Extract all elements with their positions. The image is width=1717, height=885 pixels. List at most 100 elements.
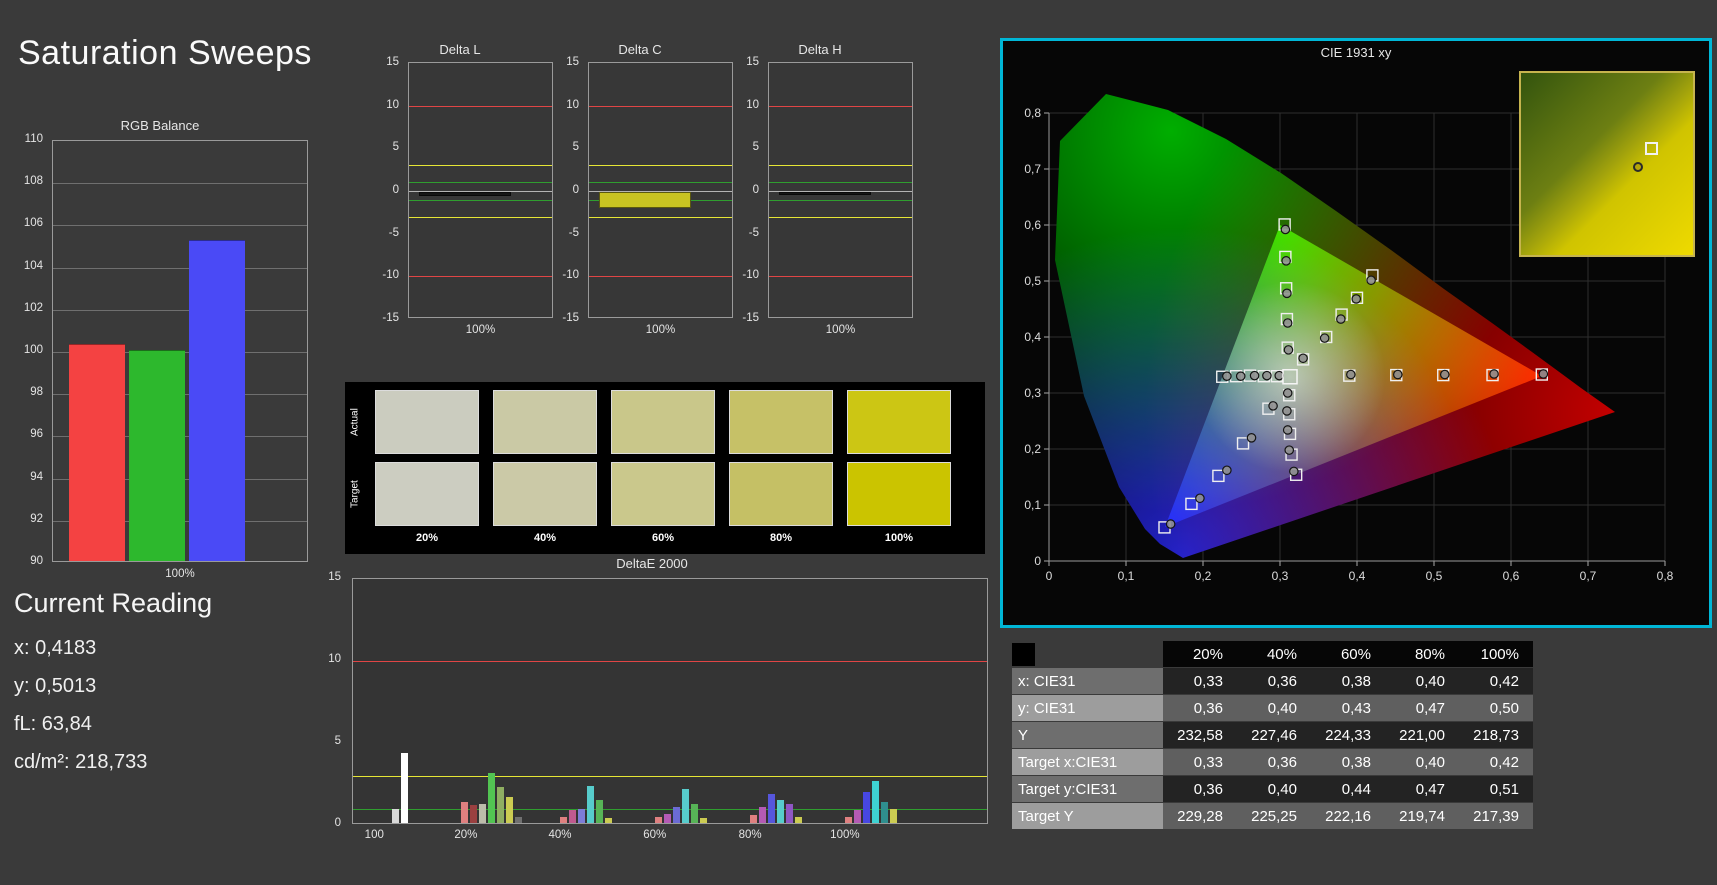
deltae-bar	[506, 797, 514, 823]
y-tick-label: -5	[388, 226, 399, 239]
table-cell: 0,51	[1459, 776, 1533, 802]
table-cell: 0,42	[1459, 668, 1533, 694]
y-tick-label: 10	[746, 98, 759, 111]
table-cell: 0,36	[1237, 668, 1311, 694]
x-axis-label: 100%	[165, 568, 195, 580]
row-label: y: CIE31	[1012, 695, 1163, 721]
reading-fl: fL: 63,84	[14, 713, 92, 735]
delta-chart-l[interactable]: Delta L 15 10 5 0 -5 -10 -15 100%	[370, 42, 553, 342]
swatch-col-label: 60%	[651, 532, 675, 544]
table-cell: 0,42	[1459, 749, 1533, 775]
table-cell: 0,47	[1385, 695, 1459, 721]
inset-target-marker	[1644, 142, 1658, 156]
measured-marker	[1246, 432, 1257, 443]
table-row: y: CIE31 0,36 0,40 0,43 0,47 0,50	[1012, 695, 1533, 721]
ref-line	[409, 216, 552, 218]
svg-text:0,7: 0,7	[1024, 162, 1041, 176]
x-axis-label: 80%	[738, 829, 762, 841]
target-swatch-40%	[493, 462, 597, 526]
y-tick-label: 108	[23, 175, 43, 188]
y-tick-label: 0	[752, 184, 759, 196]
table-cell: 0,40	[1237, 695, 1311, 721]
y-tick-label: 5	[392, 141, 399, 154]
table-cell: 232,58	[1163, 722, 1237, 748]
table-corner-cell	[1012, 641, 1163, 667]
measured-marker	[1262, 370, 1272, 381]
measured-marker	[1282, 288, 1292, 299]
rgb-balance-plot	[52, 140, 308, 562]
deltae-plot	[352, 578, 988, 824]
delta-plot	[588, 62, 733, 318]
table-header-row: 20% 40% 60% 80% 100%	[1012, 641, 1533, 667]
measured-marker	[1336, 314, 1346, 324]
y-tick-label: 104	[23, 259, 43, 272]
delta-chart-h[interactable]: Delta H 15 10 5 0 -5 -10 -15 100%	[730, 42, 913, 342]
column-header: 60%	[1311, 641, 1385, 667]
measured-marker	[1249, 370, 1260, 381]
deltae-bar	[604, 818, 612, 823]
deltae-bar	[470, 805, 478, 823]
table-row: Target x:CIE31 0,33 0,36 0,38 0,40 0,42	[1012, 749, 1533, 775]
svg-text:0,3: 0,3	[1272, 569, 1289, 583]
rgb-balance-chart[interactable]: RGB Balance 110 108 106 104 102 100 98 96 94 92 90…	[10, 118, 310, 590]
measured-marker	[1289, 466, 1299, 477]
deltae-bar	[759, 806, 767, 823]
measured-marker	[1298, 353, 1308, 364]
ref-line	[769, 199, 912, 201]
actual-swatch-40%	[493, 390, 597, 454]
blue-bar	[189, 240, 245, 561]
x-axis-label: 20%	[454, 829, 478, 841]
measured-marker	[1282, 425, 1293, 435]
table-cell: 0,33	[1163, 668, 1237, 694]
deltae-bar	[853, 810, 861, 823]
delta-chart-c[interactable]: Delta C 15 10 5 0 -5 -10 -15 100%	[550, 42, 733, 342]
x-axis-label: 60%	[643, 829, 667, 841]
y-tick-label: 15	[328, 571, 341, 583]
deltae-bar	[871, 780, 879, 823]
measured-marker	[1351, 294, 1362, 304]
table-row: x: CIE31 0,33 0,36 0,38 0,40 0,42	[1012, 668, 1533, 694]
y-tick-label: 5	[572, 141, 579, 154]
deltae-bar	[595, 800, 603, 823]
deltae-bar	[654, 816, 662, 823]
actual-swatch-80%	[729, 390, 833, 454]
deltae-bar	[586, 785, 594, 823]
delta-bar	[419, 192, 511, 197]
swatch-col-label: 20%	[415, 532, 439, 544]
red-bar	[69, 343, 125, 561]
svg-text:0,2: 0,2	[1024, 442, 1041, 456]
svg-text:0,8: 0,8	[1024, 106, 1041, 120]
y-tick-label: 92	[30, 512, 43, 525]
deltae-bar	[568, 810, 576, 823]
ref-line	[589, 216, 732, 218]
measured-marker	[1346, 369, 1356, 380]
table-cell: 0,40	[1385, 749, 1459, 775]
reading-cdm2: cd/m²: 218,733	[14, 751, 148, 773]
svg-text:0,1: 0,1	[1118, 569, 1135, 583]
actual-swatch-20%	[375, 390, 479, 454]
cie-1931-chart[interactable]: CIE 1931 xy 0 0,1 0,2 0,3 0,4 0,5 0,6 0,…	[1000, 38, 1712, 628]
measured-marker	[1283, 345, 1294, 355]
current-reading-title: Current Reading	[14, 588, 213, 618]
swatch-col-label: 100%	[884, 532, 914, 544]
x-axis-label: 40%	[548, 829, 572, 841]
svg-text:0: 0	[1046, 569, 1053, 583]
color-swatch-panel[interactable]: Actual Target 20% 40% 60% 80% 100%	[345, 382, 985, 554]
ref-line	[769, 165, 912, 167]
ref-line	[409, 276, 552, 278]
deltae-bar	[479, 803, 487, 823]
y-tick-label: 15	[746, 56, 759, 68]
y-tick-label: -5	[748, 226, 759, 239]
target-swatch-20%	[375, 462, 479, 526]
column-header: 100%	[1459, 641, 1533, 667]
svg-text:0,1: 0,1	[1024, 498, 1041, 512]
deltae-bar	[795, 816, 803, 823]
column-header: 80%	[1385, 641, 1459, 667]
ref-line	[589, 105, 732, 107]
measured-marker	[1366, 275, 1376, 286]
deltae-2000-chart[interactable]: DeltaE 2000 15 10 5 0 100 20% 40% 60% 80% 100%	[312, 556, 992, 858]
measured-marker	[1235, 371, 1246, 381]
deltae-bar	[768, 793, 776, 823]
x-axis-label: 100%	[645, 324, 676, 336]
table-cell: 0,47	[1385, 776, 1459, 802]
